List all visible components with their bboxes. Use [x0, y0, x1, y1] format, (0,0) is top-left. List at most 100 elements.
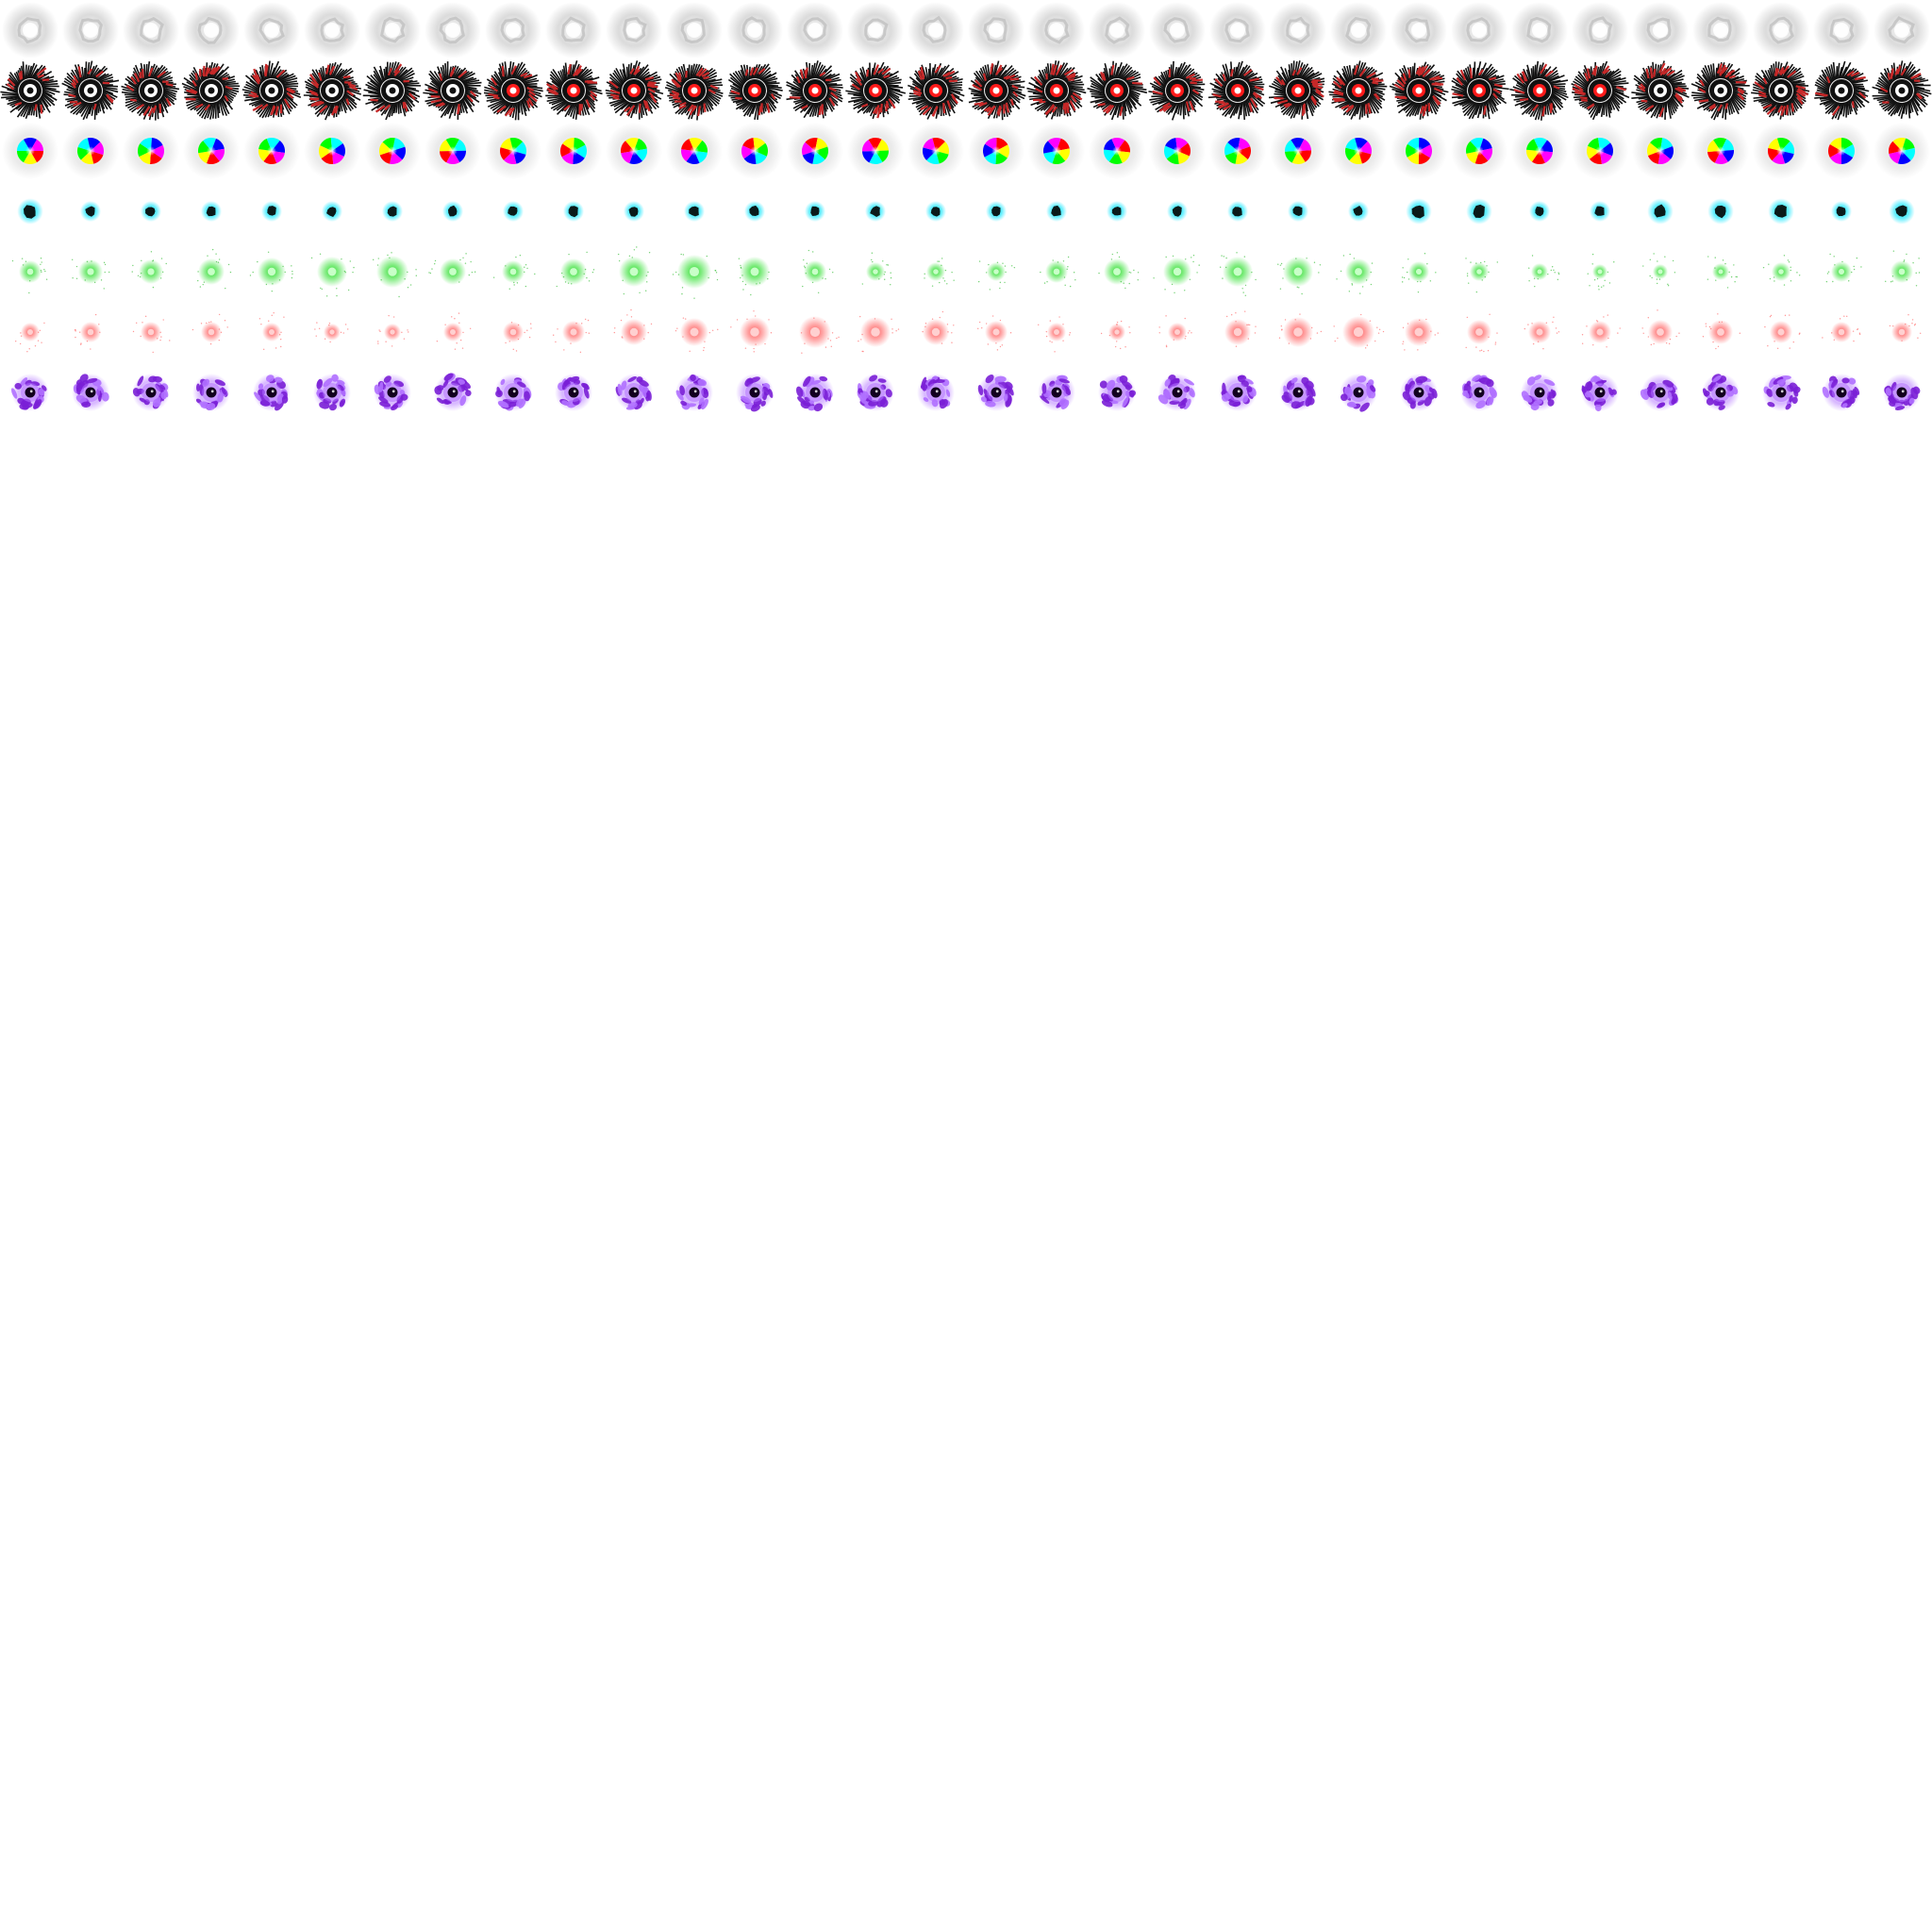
cyan-dark-orb-sprite	[17, 198, 43, 225]
sprite-frame-green-spark-burst-19	[1087, 242, 1147, 302]
red-spark-burst-sprite	[858, 315, 900, 353]
sprite-frame-cyan-dark-orb-2	[60, 181, 121, 242]
sprite-frame-rainbow-color-wheel-24	[1389, 121, 1449, 181]
green-spark-burst-sprite	[1277, 257, 1322, 295]
purple-energy-vortex-sprite	[132, 374, 170, 411]
purple-energy-vortex-sprite	[1400, 374, 1438, 411]
sprite-frame-white-smoke-ring-16	[906, 0, 966, 60]
sprite-frame-rainbow-color-wheel-23	[1328, 121, 1389, 181]
cyan-dark-orb-sprite	[201, 201, 222, 222]
sprite-frame-cyan-dark-orb-26	[1509, 181, 1570, 242]
rainbow-color-wheel-sprite	[123, 123, 179, 179]
white-smoke-ring-sprite	[545, 2, 602, 58]
rainbow-color-wheel-sprite	[1391, 123, 1447, 179]
white-smoke-ring-sprite	[183, 2, 240, 58]
green-spark-burst-sprite	[1153, 255, 1200, 294]
black-red-spiral-vortex-sprite	[1208, 60, 1266, 120]
sprite-frame-purple-energy-vortex-5	[242, 362, 302, 423]
sprite-frame-red-spark-burst-11	[604, 302, 664, 362]
purple-energy-vortex-sprite	[1158, 374, 1196, 411]
sprite-frame-red-spark-burst-5	[242, 302, 302, 362]
sprite-frame-cyan-dark-orb-30	[1751, 181, 1811, 242]
sprite-frame-rainbow-color-wheel-22	[1268, 121, 1328, 181]
cyan-dark-orb-sprite	[865, 201, 886, 222]
purple-energy-vortex-sprite	[1702, 374, 1740, 411]
white-smoke-ring-sprite	[1813, 2, 1870, 58]
green-spark-burst-sprite	[428, 253, 476, 285]
sprite-row-green-spark-burst	[0, 242, 1932, 302]
sprite-frame-red-spark-burst-30	[1751, 302, 1811, 362]
black-red-spiral-vortex-sprite	[181, 61, 241, 120]
green-spark-burst-sprite	[1040, 256, 1076, 288]
green-spark-burst-sprite	[1825, 253, 1862, 283]
cyan-dark-orb-sprite	[1107, 201, 1127, 222]
purple-energy-vortex-sprite	[1460, 374, 1498, 411]
sprite-frame-white-smoke-ring-6	[302, 0, 362, 60]
sprite-frame-white-smoke-ring-9	[483, 0, 543, 60]
sprite-frame-rainbow-color-wheel-29	[1690, 121, 1751, 181]
sprite-frame-rainbow-color-wheel-27	[1570, 121, 1630, 181]
sprite-frame-white-smoke-ring-31	[1811, 0, 1872, 60]
rainbow-color-wheel-sprite	[1511, 123, 1568, 179]
sprite-frame-white-smoke-ring-23	[1328, 0, 1389, 60]
sprite-frame-red-spark-burst-13	[724, 302, 785, 362]
sprite-frame-cyan-dark-orb-27	[1570, 181, 1630, 242]
sprite-frame-black-red-spiral-vortex-9	[483, 60, 543, 121]
white-smoke-ring-sprite	[1874, 2, 1930, 58]
red-spark-burst-sprite	[1581, 314, 1621, 348]
white-smoke-ring-sprite	[243, 2, 300, 58]
sprite-frame-red-spark-burst-24	[1389, 302, 1449, 362]
sprite-frame-green-spark-burst-31	[1811, 242, 1872, 302]
red-spark-burst-sprite	[1465, 313, 1498, 353]
green-spark-burst-sprite	[924, 258, 955, 287]
sprite-sheet	[0, 0, 1932, 423]
green-spark-burst-sprite	[1707, 256, 1738, 289]
sprite-frame-red-spark-burst-21	[1208, 302, 1268, 362]
sprite-frame-green-spark-burst-1	[0, 242, 60, 302]
red-spark-burst-sprite	[1641, 309, 1680, 346]
green-spark-burst-sprite	[861, 252, 892, 286]
rainbow-color-wheel-sprite	[847, 123, 904, 179]
white-smoke-ring-sprite	[847, 2, 904, 58]
sprite-frame-black-red-spiral-vortex-17	[966, 60, 1026, 121]
sprite-frame-cyan-dark-orb-16	[906, 181, 966, 242]
sprite-frame-green-spark-burst-25	[1449, 242, 1509, 302]
cyan-dark-orb-sprite	[261, 201, 282, 222]
rainbow-color-wheel-sprite	[1451, 123, 1507, 179]
green-spark-burst-sprite	[310, 253, 355, 297]
rainbow-color-wheel-sprite	[1149, 123, 1206, 179]
sprite-frame-red-spark-burst-19	[1087, 302, 1147, 362]
white-smoke-ring-sprite	[2, 2, 58, 58]
sprite-frame-purple-energy-vortex-23	[1328, 362, 1389, 423]
sprite-frame-black-red-spiral-vortex-10	[543, 60, 604, 121]
sprite-frame-red-spark-burst-7	[362, 302, 423, 362]
sprite-frame-purple-energy-vortex-9	[483, 362, 543, 423]
sprite-frame-red-spark-burst-3	[121, 302, 181, 362]
sprite-frame-cyan-dark-orb-15	[845, 181, 906, 242]
rainbow-color-wheel-sprite	[968, 123, 1024, 179]
sprite-frame-purple-energy-vortex-12	[664, 362, 724, 423]
sprite-frame-rainbow-color-wheel-10	[543, 121, 604, 181]
sprite-row-purple-energy-vortex	[0, 362, 1932, 423]
sprite-frame-rainbow-color-wheel-3	[121, 121, 181, 181]
sprite-frame-white-smoke-ring-26	[1509, 0, 1570, 60]
sprite-frame-green-spark-burst-4	[181, 242, 242, 302]
sprite-frame-cyan-dark-orb-7	[362, 181, 423, 242]
red-spark-burst-sprite	[675, 317, 719, 353]
white-smoke-ring-sprite	[1692, 2, 1749, 58]
sprite-frame-rainbow-color-wheel-20	[1147, 121, 1208, 181]
red-spark-burst-sprite	[1158, 315, 1192, 348]
cyan-dark-orb-sprite	[1406, 198, 1432, 225]
purple-energy-vortex-sprite	[1762, 374, 1801, 411]
rainbow-color-wheel-sprite	[1874, 123, 1930, 179]
sprite-frame-rainbow-color-wheel-1	[0, 121, 60, 181]
sprite-frame-black-red-spiral-vortex-13	[724, 60, 785, 121]
sprite-frame-purple-energy-vortex-32	[1872, 362, 1932, 423]
rainbow-color-wheel-sprite	[2, 123, 58, 179]
sprite-frame-red-spark-burst-31	[1811, 302, 1872, 362]
rainbow-color-wheel-sprite	[304, 123, 360, 179]
black-red-spiral-vortex-sprite	[61, 60, 120, 121]
green-spark-burst-sprite	[738, 257, 770, 296]
cyan-dark-orb-sprite	[1768, 198, 1794, 225]
sprite-frame-black-red-spiral-vortex-29	[1690, 60, 1751, 121]
